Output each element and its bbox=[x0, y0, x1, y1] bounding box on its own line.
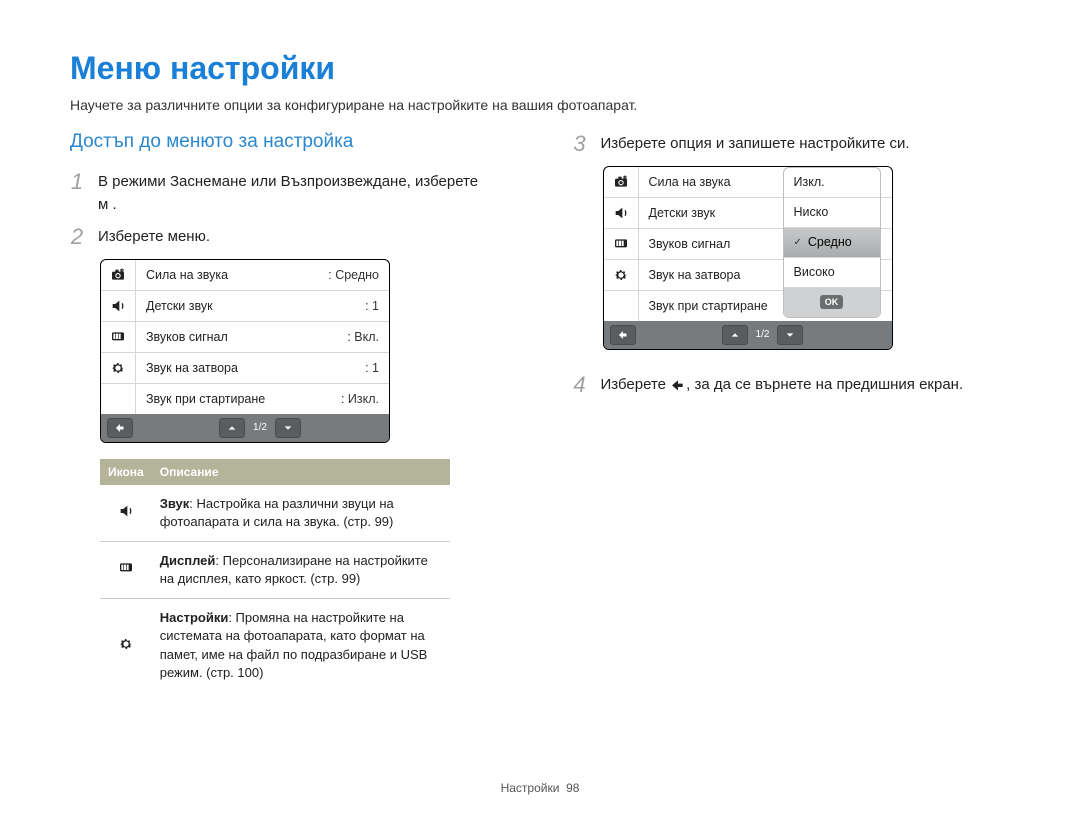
step4-part-b: , за да се върнете на предишния екран. bbox=[686, 376, 963, 393]
table-row: Звук: Настройка на различни звуци на фот… bbox=[100, 485, 450, 542]
speaker-icon[interactable] bbox=[604, 198, 638, 229]
step-text: Изберете меню. bbox=[98, 226, 518, 249]
right-column: 3 Изберете опция и запишете настройките … bbox=[573, 131, 1021, 692]
left-column: Достъп до менюто за настройка 1 В режими… bbox=[70, 131, 518, 692]
menu-row[interactable]: Звук на затвора 1 bbox=[136, 353, 389, 384]
screen-sidebar-icons: + bbox=[101, 260, 136, 414]
desc-bold: Настройки bbox=[160, 610, 229, 625]
svg-text:+: + bbox=[121, 268, 123, 272]
menu-row-label: Звук на затвора bbox=[146, 361, 365, 375]
table-cell-description: Настройки: Промяна на настройките на сис… bbox=[152, 599, 450, 692]
option-low[interactable]: Ниско bbox=[784, 198, 880, 228]
icon-description-table: Икона Описание Звук: Настройка на различ… bbox=[100, 459, 450, 693]
gear-icon[interactable] bbox=[101, 353, 135, 384]
option-high[interactable]: Високо bbox=[784, 258, 880, 288]
step-number: 2 bbox=[70, 226, 84, 248]
gear-icon bbox=[100, 599, 152, 692]
footer-section: Настройки bbox=[501, 781, 560, 795]
menu-row-value: Средно bbox=[328, 268, 379, 282]
back-button[interactable] bbox=[610, 325, 636, 345]
back-button[interactable] bbox=[107, 418, 133, 438]
ok-button[interactable]: OK bbox=[820, 295, 844, 309]
option-ok-row[interactable]: OK bbox=[784, 288, 880, 317]
menu-row-value: 1 bbox=[365, 299, 379, 313]
footer-page-number: 98 bbox=[566, 781, 579, 795]
screen-footer: 1/2 bbox=[604, 321, 892, 349]
step-3: 3 Изберете опция и запишете настройките … bbox=[573, 133, 1021, 156]
menu-row-value: Вкл. bbox=[347, 330, 379, 344]
step-number: 4 bbox=[573, 374, 587, 396]
table-cell-description: Звук: Настройка на различни звуци на фот… bbox=[152, 485, 450, 542]
table-cell-description: Дисплей: Персонализиране на настройките … bbox=[152, 541, 450, 598]
desc-bold: Звук bbox=[160, 496, 190, 511]
option-medium-selected[interactable]: Средно bbox=[784, 228, 880, 258]
speaker-icon bbox=[100, 485, 152, 542]
speaker-icon[interactable] bbox=[101, 291, 135, 322]
menu-row-value: Изкл. bbox=[341, 392, 379, 406]
table-head-icon: Икона bbox=[100, 459, 152, 485]
menu-row[interactable]: Звуков сигнал Вкл. bbox=[136, 322, 389, 353]
option-off[interactable]: Изкл. bbox=[784, 168, 880, 198]
step-2: 2 Изберете меню. bbox=[70, 226, 518, 249]
step-1: 1 В режими Заснемане или Възпроизвеждане… bbox=[70, 171, 518, 216]
desc-rest: : Настройка на различни звуци на фотоапа… bbox=[160, 496, 394, 529]
screen-sidebar-icons: + bbox=[604, 167, 639, 321]
desc-bold: Дисплей bbox=[160, 553, 216, 568]
table-row: Настройки: Промяна на настройките на сис… bbox=[100, 599, 450, 692]
section-heading: Достъп до менюто за настройка bbox=[70, 131, 518, 153]
volume-options-dropdown: Изкл. Ниско Средно Високо OK bbox=[783, 167, 881, 318]
display-icon[interactable] bbox=[101, 322, 135, 353]
menu-row[interactable]: Сила на звука Средно bbox=[136, 260, 389, 291]
step-4: 4 Изберете , за да се върнете на предишн… bbox=[573, 374, 1021, 397]
page: Меню настройки Научете за различните опц… bbox=[0, 0, 1080, 815]
page-down-button[interactable] bbox=[275, 418, 301, 438]
menu-row-value: 1 bbox=[365, 361, 379, 375]
menu-row-label: Сила на звука bbox=[146, 268, 328, 282]
svg-text:+: + bbox=[624, 175, 626, 179]
return-icon bbox=[670, 377, 686, 393]
step-text: Изберете опция и запишете настройките си… bbox=[601, 133, 1021, 156]
page-up-button[interactable] bbox=[219, 418, 245, 438]
settings-screen-overview: + bbox=[100, 259, 390, 443]
step-text: В режими Заснемане или Възпроизвеждане, … bbox=[98, 171, 518, 216]
page-subtitle: Научете за различните опции за конфигури… bbox=[70, 97, 1020, 113]
page-title: Меню настройки bbox=[70, 50, 1020, 87]
two-columns: Достъп до менюто за настройка 1 В режими… bbox=[70, 131, 1020, 692]
gear-icon[interactable] bbox=[604, 260, 638, 291]
menu-row-label: Звук при стартиране bbox=[146, 392, 341, 406]
display-icon[interactable] bbox=[604, 229, 638, 260]
screen-footer: 1/2 bbox=[101, 414, 389, 442]
table-row: Дисплей: Персонализиране на настройките … bbox=[100, 541, 450, 598]
pager-label: 1/2 bbox=[249, 422, 271, 433]
step4-part-a: Изберете bbox=[601, 376, 671, 393]
pager-label: 1/2 bbox=[752, 329, 774, 340]
step-number: 1 bbox=[70, 171, 84, 193]
step-number: 3 bbox=[573, 133, 587, 155]
menu-row-label: Детски звук bbox=[146, 299, 365, 313]
page-up-button[interactable] bbox=[722, 325, 748, 345]
step-text-line2: м . bbox=[98, 196, 117, 213]
step-text-line1: В режими Заснемане или Възпроизвеждане, … bbox=[98, 173, 478, 190]
display-icon bbox=[100, 541, 152, 598]
menu-row-label: Звуков сигнал bbox=[146, 330, 347, 344]
camera-icon[interactable]: + bbox=[101, 260, 135, 291]
screen-rows: Сила на звука Средно Детски звук 1 Звуко… bbox=[136, 260, 389, 414]
camera-icon[interactable]: + bbox=[604, 167, 638, 198]
page-down-button[interactable] bbox=[777, 325, 803, 345]
screen-body: + bbox=[101, 260, 389, 414]
menu-row[interactable]: Звук при стартиране Изкл. bbox=[136, 384, 389, 414]
step-text: Изберете , за да се върнете на предишния… bbox=[601, 374, 1021, 397]
page-footer: Настройки 98 bbox=[0, 781, 1080, 795]
menu-row[interactable]: Детски звук 1 bbox=[136, 291, 389, 322]
table-head-description: Описание bbox=[152, 459, 450, 485]
